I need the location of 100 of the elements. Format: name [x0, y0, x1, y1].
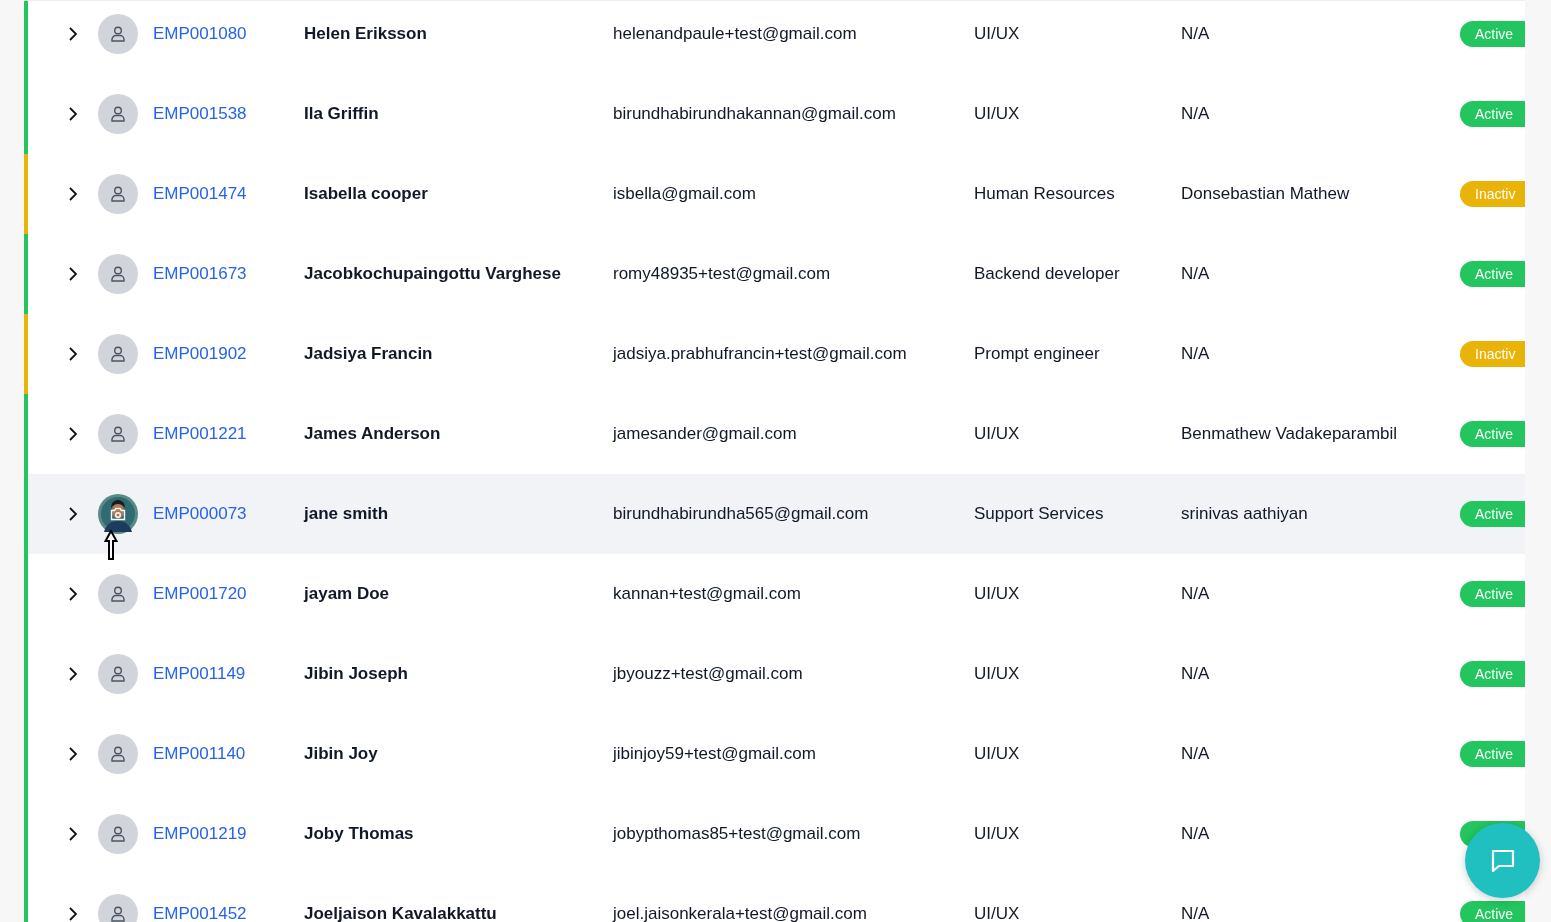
manager-text: Benmathew Vadakeparambil: [1181, 424, 1399, 444]
employee-id-link[interactable]: EMP001080: [153, 24, 304, 44]
employee-name: jane smith: [304, 504, 390, 524]
chevron-right-icon[interactable]: [68, 106, 78, 122]
status-badge: Inactiv: [1460, 181, 1525, 207]
chevron-right-icon[interactable]: [68, 26, 78, 42]
manager-text: N/A: [1181, 344, 1211, 364]
avatar-icon: [98, 174, 138, 214]
manager-text: N/A: [1181, 584, 1211, 604]
department-text: Backend developer: [974, 264, 1121, 284]
manager-text: N/A: [1181, 664, 1211, 684]
avatar-icon: [98, 94, 138, 134]
avatar-icon: [98, 654, 138, 694]
avatar-icon: [98, 414, 138, 454]
avatar-icon: [98, 254, 138, 294]
employee-id-link[interactable]: EMP001720: [153, 584, 304, 604]
employee-name: Helen Eriksson: [304, 24, 428, 44]
employee-name: Jadsiya Francin: [304, 344, 434, 364]
department-text: Support Services: [974, 504, 1105, 524]
status-badge: Active: [1460, 21, 1525, 47]
email-text: romy48935+test@gmail.com: [613, 264, 832, 284]
employee-name: jayam Doe: [304, 584, 391, 604]
department-text: UI/UX: [974, 424, 1021, 444]
chevron-right-icon[interactable]: [68, 266, 78, 282]
employee-id-link[interactable]: EMP000073: [153, 504, 304, 524]
email-text: helenandpaule+test@gmail.com: [613, 24, 858, 44]
table-row[interactable]: EMP001140 Jibin Joy jibinjoy59+test@gmail.com UI/UX N/A Active: [24, 714, 1525, 794]
employee-id-link[interactable]: EMP001538: [153, 104, 304, 124]
employee-id-link[interactable]: EMP001149: [153, 664, 304, 684]
avatar-icon: [98, 734, 138, 774]
employee-name: Joeljaison Kavalakkattu: [304, 904, 498, 922]
manager-text: Donsebastian Mathew: [1181, 184, 1351, 204]
avatar-icon: [98, 14, 138, 54]
chevron-right-icon[interactable]: [68, 906, 78, 922]
manager-text: srinivas aathiyan: [1181, 504, 1309, 524]
employee-name: Isabella cooper: [304, 184, 429, 204]
chevron-right-icon[interactable]: [68, 666, 78, 682]
table-row[interactable]: EMP001080 Helen Eriksson helenandpaule+test@gmail.com UI/UX N/A Active: [24, 1, 1525, 74]
manager-text: N/A: [1181, 904, 1211, 922]
employee-name: Joby Thomas: [304, 824, 415, 844]
employee-name: James Anderson: [304, 424, 442, 444]
email-text: kannan+test@gmail.com: [613, 584, 802, 604]
avatar-icon: [98, 814, 138, 854]
email-text: jobypthomas85+test@gmail.com: [613, 824, 862, 844]
chevron-right-icon[interactable]: [68, 826, 78, 842]
employee-id-link[interactable]: EMP001452: [153, 904, 304, 922]
status-badge: Active: [1460, 901, 1525, 922]
email-text: jamesander@gmail.com: [613, 424, 798, 444]
department-text: Human Resources: [974, 184, 1116, 204]
employee-name: Jibin Joy: [304, 744, 379, 764]
department-text: UI/UX: [974, 824, 1021, 844]
employee-id-link[interactable]: EMP001673: [153, 264, 304, 284]
status-badge: Active: [1460, 421, 1525, 447]
employee-name: Jacobkochupaingottu Varghese: [304, 264, 562, 284]
status-badge: Active: [1460, 501, 1525, 527]
employee-id-link[interactable]: EMP001902: [153, 344, 304, 364]
employee-id-link[interactable]: EMP001140: [153, 744, 304, 764]
employee-name: Jibin Joseph: [304, 664, 409, 684]
manager-text: N/A: [1181, 24, 1211, 44]
department-text: UI/UX: [974, 24, 1021, 44]
chevron-right-icon[interactable]: [68, 186, 78, 202]
avatar-icon: [98, 574, 138, 614]
table-row[interactable]: EMP001720 jayam Doe kannan+test@gmail.com UI/UX N/A Active: [24, 554, 1525, 634]
manager-text: N/A: [1181, 824, 1211, 844]
email-text: jbyouzz+test@gmail.com: [613, 664, 804, 684]
status-badge: Active: [1460, 661, 1525, 687]
avatar-icon: [98, 334, 138, 374]
avatar-icon: [98, 894, 138, 922]
table-row[interactable]: EMP001474 Isabella cooper isbella@gmail.com Human Resources Donsebastian Mathew Inactiv: [24, 154, 1525, 234]
table-row[interactable]: EMP001673 Jacobkochupaingottu Varghese romy48935+test@gmail.com Backend developer N/A Active: [24, 234, 1525, 314]
chevron-right-icon[interactable]: [68, 346, 78, 362]
email-text: isbella@gmail.com: [613, 184, 757, 204]
manager-text: N/A: [1181, 264, 1211, 284]
status-badge: Active: [1460, 741, 1525, 767]
table-row[interactable]: EMP001538 Ila Griffin birundhabirundhakannan@gmail.com UI/UX N/A Active: [24, 74, 1525, 154]
chevron-right-icon[interactable]: [68, 586, 78, 602]
chevron-right-icon[interactable]: [68, 426, 78, 442]
department-text: Prompt engineer: [974, 344, 1101, 364]
cursor-icon: [104, 530, 118, 560]
email-text: birundhabirundhakannan@gmail.com: [613, 104, 897, 124]
employee-id-link[interactable]: EMP001221: [153, 424, 304, 444]
department-text: UI/UX: [974, 584, 1021, 604]
status-badge: Active: [1460, 101, 1525, 127]
chevron-right-icon[interactable]: [68, 506, 78, 522]
manager-text: N/A: [1181, 104, 1211, 124]
employee-name: Ila Griffin: [304, 104, 380, 124]
camera-icon[interactable]: [110, 507, 126, 521]
employee-id-link[interactable]: EMP001474: [153, 184, 304, 204]
employee-id-link[interactable]: EMP001219: [153, 824, 304, 844]
email-text: jadsiya.prabhufrancin+test@gmail.com: [613, 344, 908, 364]
table-row[interactable]: EMP001149 Jibin Joseph jbyouzz+test@gmail.com UI/UX N/A Active: [24, 634, 1525, 714]
chevron-right-icon[interactable]: [68, 746, 78, 762]
status-badge: Active: [1460, 581, 1525, 607]
status-badge: Active: [1460, 261, 1525, 287]
email-text: joel.jaisonkerala+test@gmail.com: [613, 904, 868, 922]
table-row[interactable]: EMP001902 Jadsiya Francin jadsiya.prabhufrancin+test@gmail.com Prompt engineer N/A Inactiv: [24, 314, 1525, 394]
department-text: UI/UX: [974, 904, 1021, 922]
status-badge: Inactiv: [1460, 341, 1525, 367]
email-text: jibinjoy59+test@gmail.com: [613, 744, 817, 764]
department-text: UI/UX: [974, 744, 1021, 764]
